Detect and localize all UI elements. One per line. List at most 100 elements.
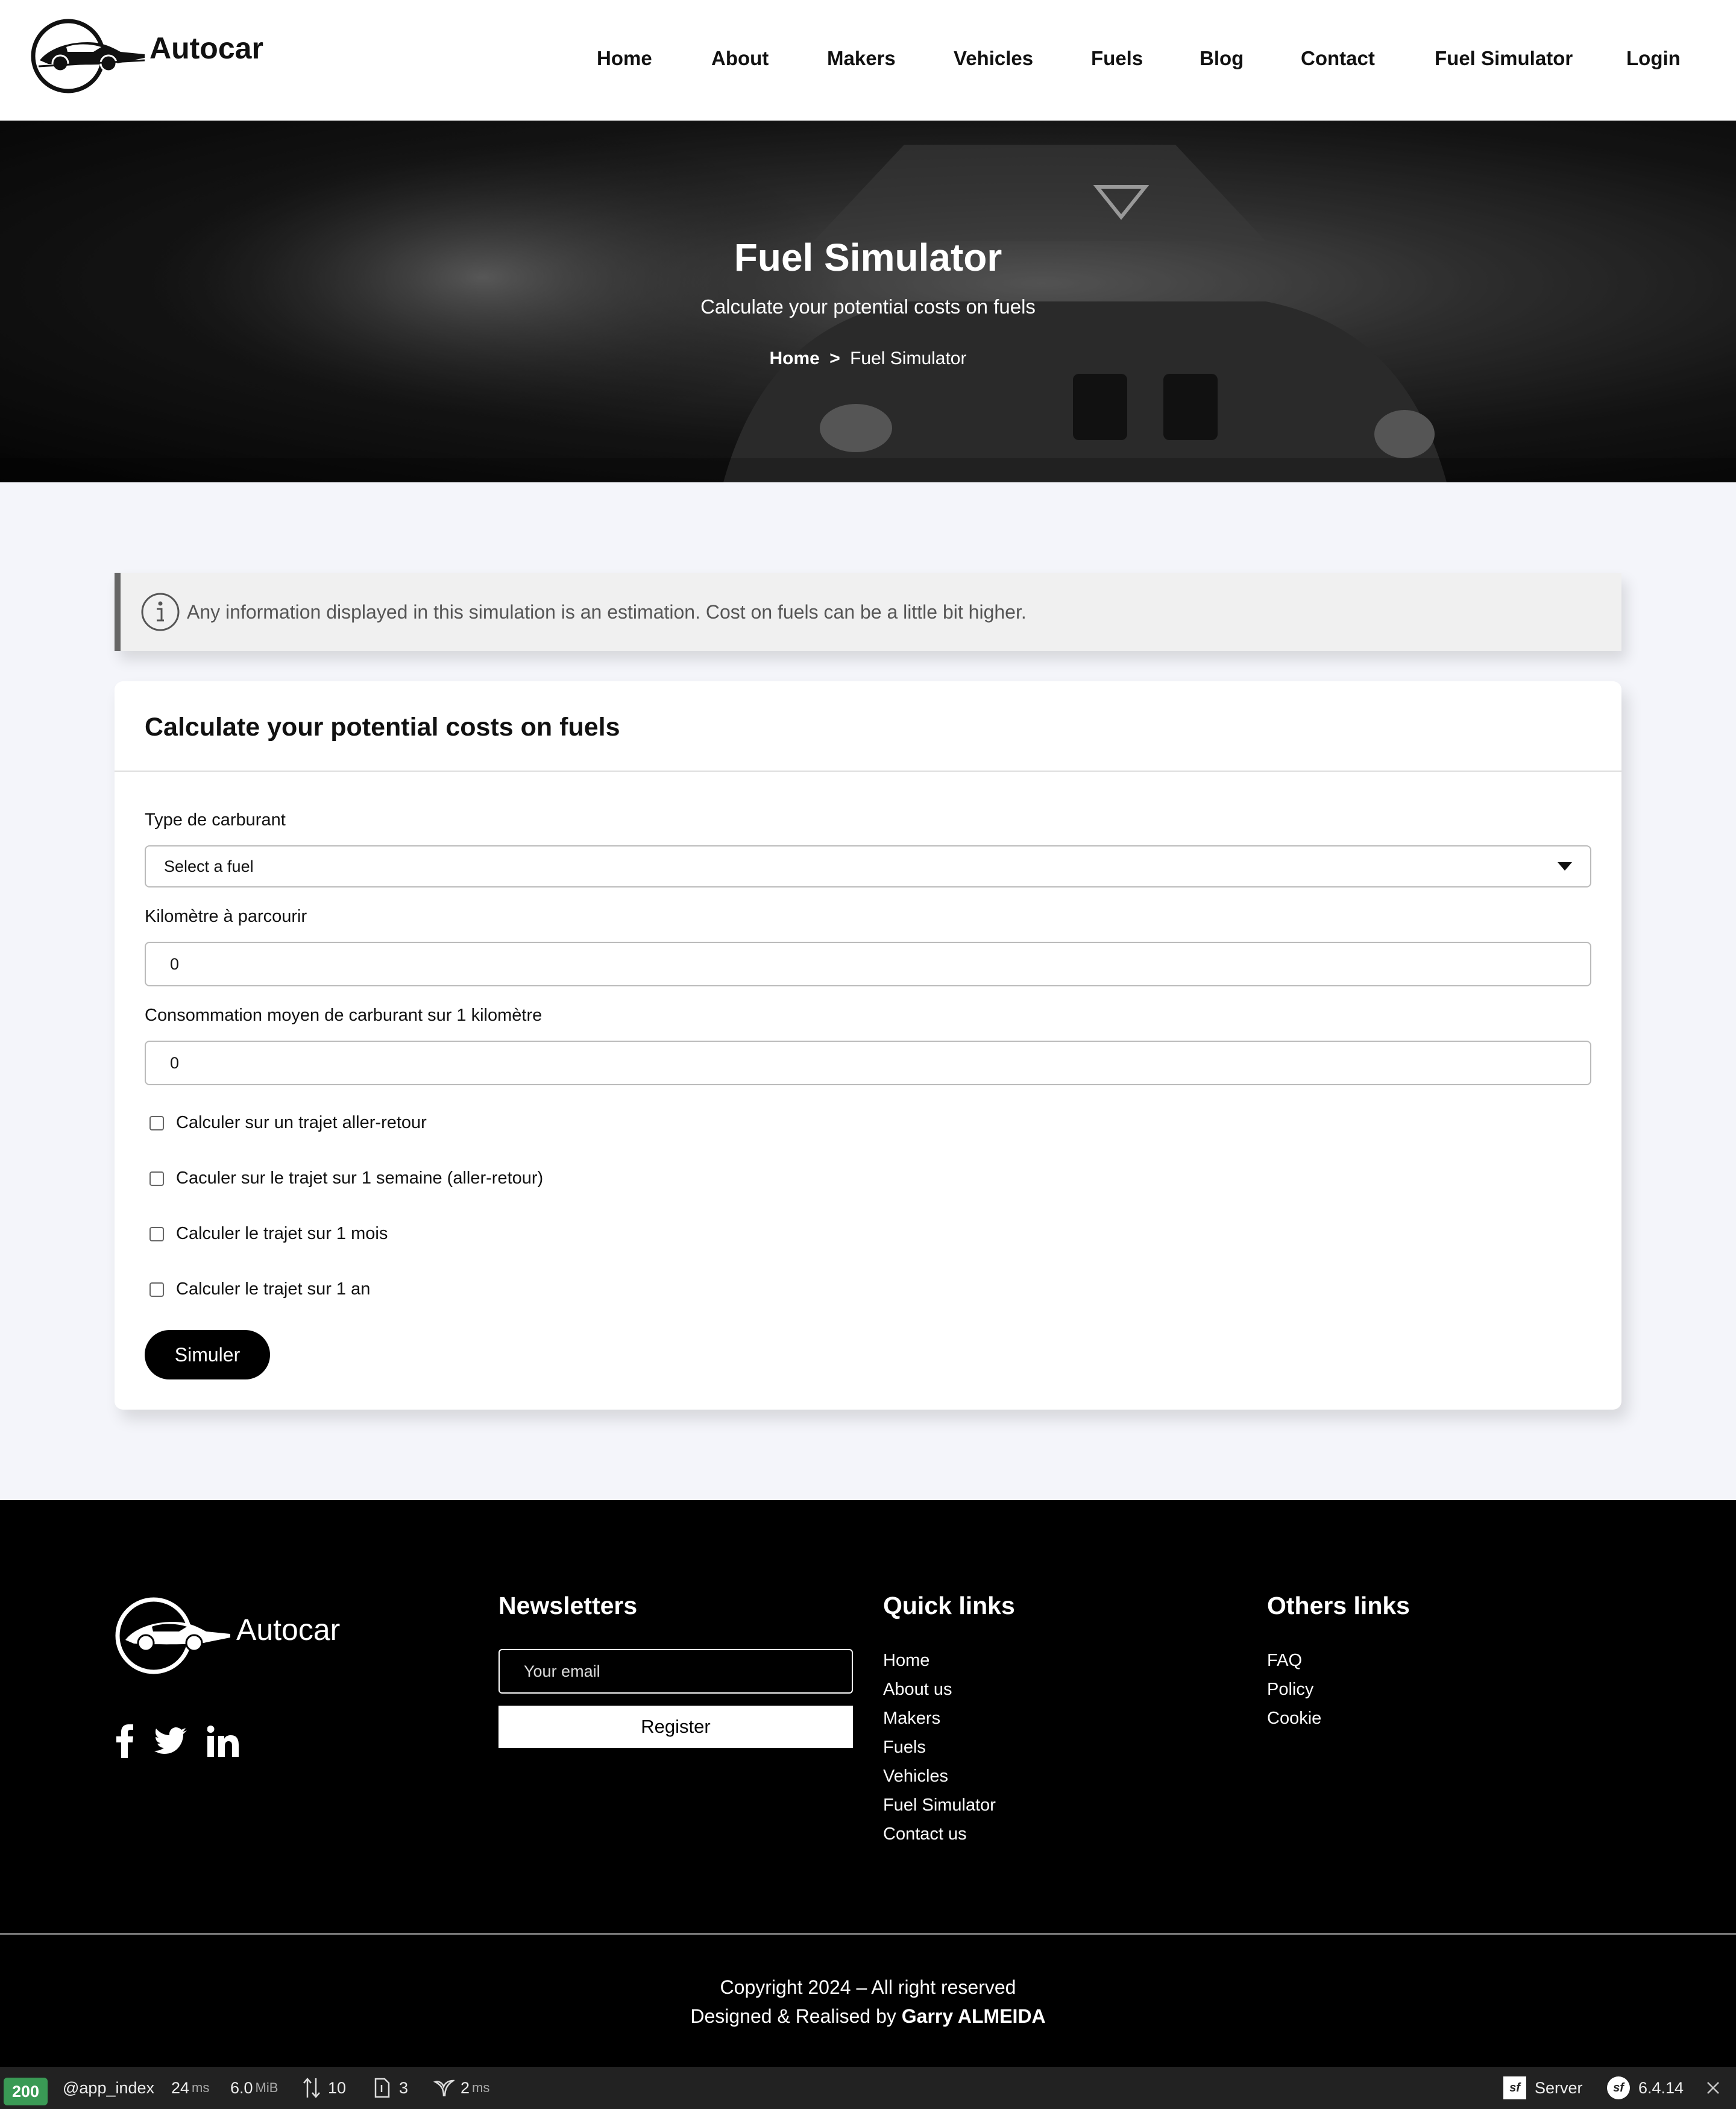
week-label: Caculer sur le trajet sur 1 semaine (all… (176, 1168, 544, 1188)
round-trip-label: Calculer sur un trajet aller-retour (176, 1113, 427, 1132)
year-checkbox[interactable] (149, 1282, 164, 1297)
info-icon (141, 593, 180, 631)
close-icon (1707, 2082, 1719, 2094)
breadcrumb-current: Fuel Simulator (850, 348, 967, 368)
http-requests[interactable]: 10 (303, 2067, 346, 2109)
quick-link-fuel-simulator[interactable]: Fuel Simulator (883, 1793, 996, 1822)
quick-link-about[interactable]: About us (883, 1677, 996, 1706)
server-label: Server (1535, 2078, 1583, 2097)
car-logo-icon (31, 19, 145, 93)
consumption-input[interactable]: 0 (145, 1041, 1591, 1085)
simulate-button[interactable]: Simuler (145, 1330, 270, 1379)
symfony-version-number: 6.4.14 (1638, 2078, 1684, 2097)
nav-contact[interactable]: Contact (1301, 47, 1375, 70)
round-trip-checkbox[interactable] (149, 1115, 164, 1130)
week-checkbox-row[interactable]: Caculer sur le trajet sur 1 semaine (all… (149, 1168, 543, 1188)
month-label: Calculer le trajet sur 1 mois (176, 1224, 388, 1243)
newsletter-title: Newsletters (498, 1592, 638, 1619)
fuel-simulator-card: Calculate your potential costs on fuels … (115, 681, 1621, 1410)
breadcrumb: Home > Fuel Simulator (0, 348, 1736, 369)
other-link-policy[interactable]: Policy (1267, 1677, 1321, 1706)
quick-links-title: Quick links (883, 1592, 1015, 1619)
nav-login[interactable]: Login (1626, 47, 1681, 70)
month-checkbox[interactable] (149, 1226, 164, 1241)
footer-divider (0, 1933, 1736, 1935)
server-info[interactable]: sf Server (1503, 2067, 1583, 2109)
copyright-block: Copyright 2024 – All right reserved Desi… (0, 1973, 1736, 2031)
newsletter-email-input[interactable]: Your email (498, 1649, 853, 1694)
fuel-type-selected-value: Select a fuel (164, 857, 254, 875)
symfony-logo-icon: sf (1607, 2076, 1630, 2099)
copyright-text: Copyright 2024 – All right reserved (720, 1976, 1016, 1998)
brand-logo[interactable]: Autocar (30, 18, 271, 94)
symfony-server-icon: sf (1503, 2076, 1526, 2099)
quick-link-contact[interactable]: Contact us (883, 1822, 996, 1851)
nav-home[interactable]: Home (597, 47, 652, 70)
designer-name: Garry ALMEIDA (901, 2005, 1046, 2027)
nav-makers[interactable]: Makers (827, 47, 896, 70)
quick-link-makers[interactable]: Makers (883, 1706, 996, 1735)
twig-render-time[interactable]: 2 ms (433, 2067, 489, 2109)
nav-fuels[interactable]: Fuels (1091, 47, 1143, 70)
page-subtitle: Calculate your potential costs on fuels (700, 295, 1036, 318)
nav-about[interactable]: About (711, 47, 769, 70)
quick-link-fuels[interactable]: Fuels (883, 1735, 996, 1764)
week-checkbox[interactable] (149, 1171, 164, 1186)
site-header: Autocar Home About Makers Vehicles Fuels… (0, 0, 1736, 121)
round-trip-checkbox-row[interactable]: Calculer sur un trajet aller-retour (149, 1113, 427, 1133)
page-title: Fuel Simulator (734, 236, 1002, 279)
twig-time-value: 2 (461, 2078, 470, 2097)
card-title: Calculate your potential costs on fuels (145, 713, 620, 742)
info-alert: Any information displayed in this simula… (115, 573, 1621, 651)
nav-fuel-simulator[interactable]: Fuel Simulator (1435, 47, 1573, 70)
other-links-title: Others links (1267, 1592, 1410, 1619)
card-divider (115, 771, 1621, 772)
breadcrumb-home[interactable]: Home (770, 348, 820, 368)
breadcrumb-separator: > (829, 348, 840, 368)
fuel-type-select[interactable]: Select a fuel (145, 845, 1591, 887)
year-checkbox-row[interactable]: Calculer le trajet sur 1 an (149, 1279, 370, 1299)
other-link-cookie[interactable]: Cookie (1267, 1706, 1321, 1735)
car-logo-icon (115, 1597, 230, 1674)
nav-blog[interactable]: Blog (1200, 47, 1244, 70)
month-checkbox-row[interactable]: Calculer le trajet sur 1 mois (149, 1224, 388, 1244)
site-footer: Autocar Newsletters Your email Register … (0, 1500, 1736, 2067)
request-time-value: 24 (171, 2078, 190, 2097)
year-label: Calculer le trajet sur 1 an (176, 1279, 371, 1299)
memory-value: 6.0 (230, 2078, 253, 2097)
memory-usage[interactable]: 6.0 MiB (230, 2067, 278, 2109)
nav-vehicles[interactable]: Vehicles (954, 47, 1033, 70)
file-icon (374, 2078, 390, 2098)
loaded-files[interactable]: 3 (374, 2067, 408, 2109)
footer-brand-name: Autocar (236, 1613, 341, 1647)
twitter-icon[interactable] (154, 1727, 187, 1755)
symfony-version[interactable]: sf 6.4.14 (1607, 2067, 1684, 2109)
debug-toolbar: 200 @app_index 24 ms 6.0 MiB 10 3 2 ms s… (0, 2067, 1736, 2109)
newsletter-email-placeholder: Your email (524, 1662, 600, 1680)
distance-value: 0 (170, 954, 180, 973)
fuel-type-label: Type de carburant (145, 810, 286, 830)
facebook-icon[interactable] (116, 1724, 134, 1758)
request-time-unit: ms (192, 2080, 210, 2095)
route-name[interactable]: @app_index (63, 2067, 154, 2109)
status-code: 200 (4, 2078, 48, 2105)
other-link-faq[interactable]: FAQ (1267, 1648, 1321, 1677)
close-toolbar-button[interactable] (1706, 2067, 1720, 2109)
alert-message: Any information displayed in this simula… (187, 601, 1027, 623)
brand-name: Autocar (149, 31, 263, 65)
quick-links-list: Home About us Makers Fuels Vehicles Fuel… (883, 1648, 996, 1851)
loaded-files-count: 3 (399, 2078, 409, 2097)
newsletter-register-button[interactable]: Register (498, 1706, 853, 1748)
quick-link-vehicles[interactable]: Vehicles (883, 1764, 996, 1793)
quick-link-home[interactable]: Home (883, 1648, 996, 1677)
hero-banner: Fuel Simulator Calculate your potential … (0, 121, 1736, 482)
distance-input[interactable]: 0 (145, 942, 1591, 986)
social-links (116, 1724, 239, 1758)
arrows-updown-icon (303, 2078, 320, 2098)
status-badge[interactable]: 200 (4, 2067, 48, 2109)
designed-by-prefix: Designed & Realised by (690, 2005, 896, 2027)
linkedin-icon[interactable] (207, 1726, 239, 1757)
footer-logo[interactable]: Autocar (115, 1597, 340, 1675)
memory-unit: MiB (255, 2080, 278, 2095)
request-time[interactable]: 24 ms (171, 2067, 209, 2109)
